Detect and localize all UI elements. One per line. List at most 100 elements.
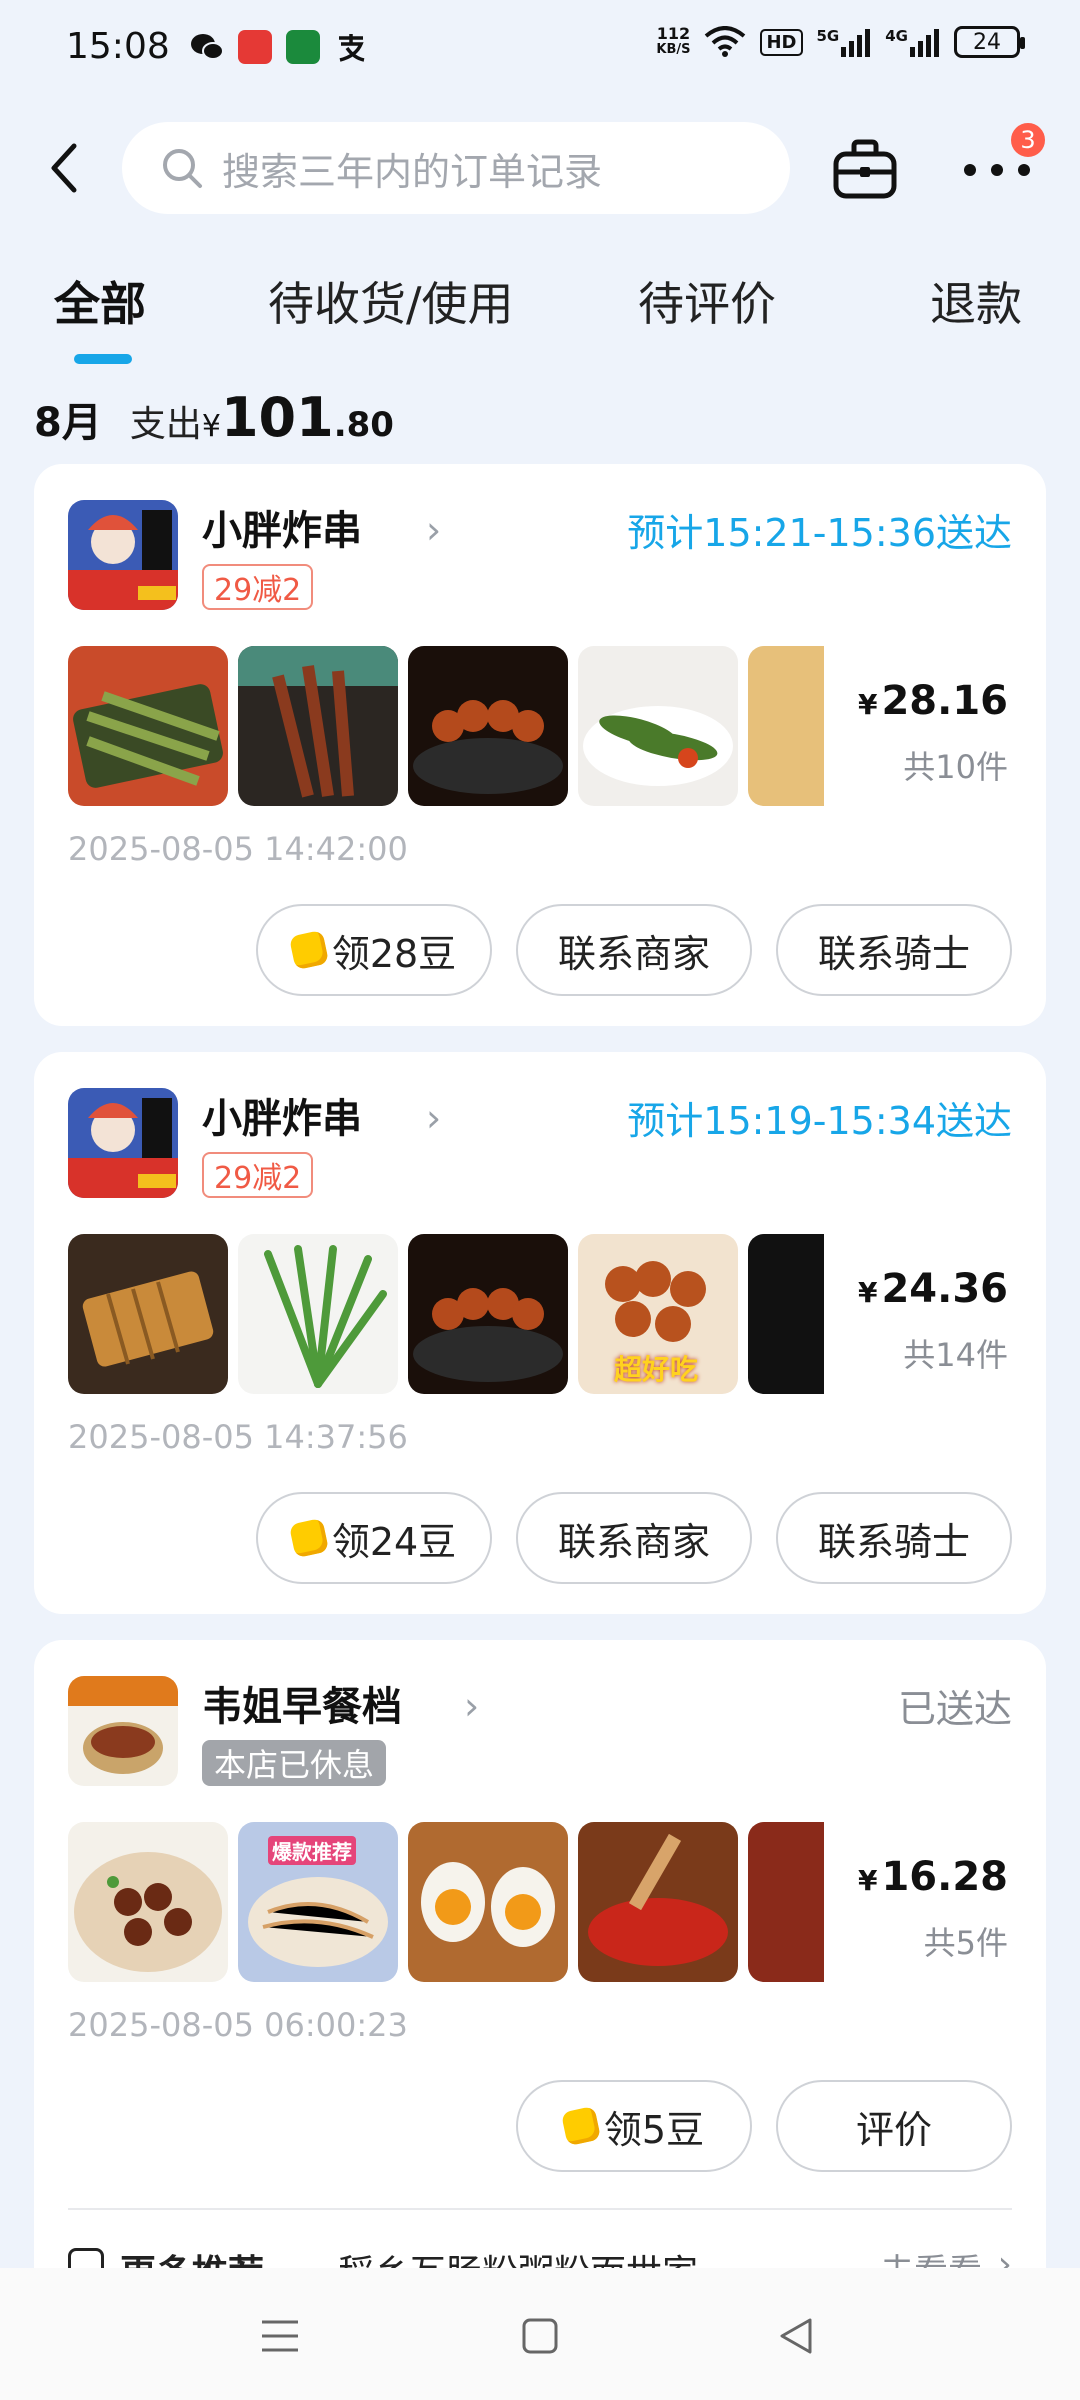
item-thumbnail: 爆款推荐 — [238, 1822, 398, 1982]
item-thumbnail — [68, 646, 228, 806]
tab-all[interactable]: 全部 — [54, 268, 146, 334]
status-indicators: 112 KB/S HD 5G 4G 24 — [656, 26, 1025, 58]
order-tabs: 全部 待收货/使用 待评价 退款 — [0, 268, 1080, 368]
order-time: 2025-08-05 14:42:00 — [68, 830, 408, 868]
item-thumbnail — [68, 1234, 228, 1394]
item-thumbnail — [578, 646, 738, 806]
summary-label: 支出 — [129, 404, 202, 445]
chevron-right-icon[interactable]: › — [464, 1684, 479, 1728]
claim-beans-label: 领28豆 — [331, 931, 457, 976]
net-speed-unit: KB/S — [656, 42, 691, 57]
order-price: ¥24.36 — [858, 1266, 1008, 1312]
status-app-icons — [190, 30, 368, 64]
item-thumbnail — [748, 646, 824, 806]
discount-tag: 29减2 — [202, 1152, 314, 1198]
order-time: 2025-08-05 14:37:56 — [68, 1418, 408, 1456]
thumbnail-overlay-label: 爆款推荐 — [268, 1836, 356, 1865]
alipay-icon — [334, 30, 368, 64]
tab-refund[interactable]: 退款 — [930, 268, 1022, 334]
review-button[interactable]: 评价 — [776, 2080, 1012, 2172]
wechat-icon — [190, 30, 224, 64]
item-count: 共14件 — [903, 1336, 1008, 1374]
bean-icon — [560, 2105, 602, 2147]
price-value: 24.36 — [881, 1266, 1008, 1312]
summary-amount-decimal: .80 — [333, 405, 394, 445]
search-placeholder: 搜索三年内的订单记录 — [222, 149, 603, 194]
wifi-icon — [705, 26, 746, 57]
claim-beans-button[interactable]: 领5豆 — [516, 2080, 752, 2172]
summary-month[interactable]: 8月 — [34, 390, 102, 448]
contact-merchant-button[interactable]: 联系商家 — [516, 1492, 752, 1584]
claim-beans-label: 领24豆 — [331, 1519, 457, 1564]
back-triangle-icon[interactable] — [774, 2314, 818, 2358]
order-time: 2025-08-05 06:00:23 — [68, 2006, 408, 2044]
net-speed: 112 KB/S — [656, 26, 690, 58]
system-nav-bar — [0, 2268, 1080, 2400]
item-thumbnail — [408, 1822, 568, 1982]
claim-beans-button[interactable]: 领28豆 — [256, 904, 492, 996]
chevron-right-icon[interactable]: › — [426, 1096, 441, 1140]
item-thumbnails[interactable] — [68, 646, 824, 806]
contact-rider-button[interactable]: 联系骑士 — [776, 1492, 1012, 1584]
back-button[interactable] — [42, 138, 92, 198]
order-card[interactable]: 小胖炸串 › 29减2 预计15:21-15:36送达 ¥28.16 共10件 … — [34, 464, 1046, 1026]
signal-5g: 5G — [817, 27, 872, 57]
item-thumbnail — [68, 1822, 228, 1982]
shop-logo[interactable] — [68, 500, 178, 610]
search-input[interactable]: 搜索三年内的订单记录 — [122, 122, 790, 214]
price-currency: ¥ — [857, 1864, 878, 1897]
price-currency: ¥ — [857, 688, 878, 721]
oppo-app-icon — [286, 30, 320, 64]
order-price: ¥16.28 — [858, 1854, 1008, 1900]
order-card[interactable]: 小胖炸串 › 29减2 预计15:19-15:34送达 超好吃 ¥24.36 共… — [34, 1052, 1046, 1614]
search-icon — [163, 149, 202, 188]
status-bar: 15:08 112 KB/S HD 5G 4G 24 — [0, 0, 1080, 100]
shop-logo[interactable] — [68, 1088, 178, 1198]
active-tab-indicator — [74, 354, 132, 364]
menu-icon[interactable] — [258, 2314, 302, 2358]
item-thumbnail — [238, 1234, 398, 1394]
order-price: ¥28.16 — [858, 678, 1008, 724]
item-count: 共5件 — [923, 1924, 1008, 1962]
status-time: 15:08 — [66, 26, 170, 67]
notification-badge: 3 — [1008, 120, 1048, 160]
shop-name[interactable]: 韦姐早餐档 — [202, 1674, 402, 1732]
shop-name[interactable]: 小胖炸串 — [202, 498, 362, 556]
item-thumbnails[interactable]: 爆款推荐 — [68, 1822, 824, 1982]
delivery-status: 预计15:21-15:36送达 — [627, 511, 1012, 555]
contact-merchant-button[interactable]: 联系商家 — [516, 904, 752, 996]
contact-rider-button[interactable]: 联系骑士 — [776, 904, 1012, 996]
home-icon[interactable] — [518, 2314, 562, 2358]
discount-tag: 29减2 — [202, 564, 314, 610]
price-value: 16.28 — [881, 1854, 1008, 1900]
signal-bars-icon — [910, 29, 939, 57]
thumbnail-overlay-label: 超好吃 — [614, 1353, 699, 1386]
tab-pending-receipt[interactable]: 待收货/使用 — [268, 268, 514, 334]
news-app-icon — [238, 30, 272, 64]
summary-currency: ¥ — [201, 409, 221, 444]
shop-closed-tag: 本店已休息 — [202, 1740, 387, 1786]
back-arrow-icon — [51, 143, 77, 193]
signal-bars-icon — [841, 29, 871, 57]
chevron-right-icon[interactable]: › — [426, 508, 441, 552]
hd-badge: HD — [760, 28, 803, 56]
delivery-status: 预计15:19-15:34送达 — [627, 1099, 1012, 1143]
item-thumbnail — [748, 1822, 824, 1982]
divider — [68, 2208, 1012, 2210]
shop-logo[interactable] — [68, 1676, 178, 1786]
claim-beans-label: 领5豆 — [603, 2107, 705, 2152]
tab-pending-review[interactable]: 待评价 — [638, 268, 776, 334]
signal-5g-label: 5G — [816, 27, 840, 45]
bean-icon — [288, 929, 329, 971]
price-value: 28.16 — [881, 678, 1008, 724]
delivery-status: 已送达 — [897, 1687, 1012, 1731]
item-thumbnail — [578, 1822, 738, 1982]
toolbox-button[interactable] — [830, 136, 900, 202]
signal-4g-label: 4G — [885, 27, 908, 45]
item-thumbnails[interactable]: 超好吃 — [68, 1234, 824, 1394]
shop-name[interactable]: 小胖炸串 — [202, 1086, 362, 1144]
item-thumbnail — [408, 646, 568, 806]
monthly-summary: 8月 支出 ¥ 101 .80 — [34, 386, 394, 449]
claim-beans-button[interactable]: 领24豆 — [256, 1492, 492, 1584]
summary-amount-integer: 101 — [220, 386, 334, 449]
